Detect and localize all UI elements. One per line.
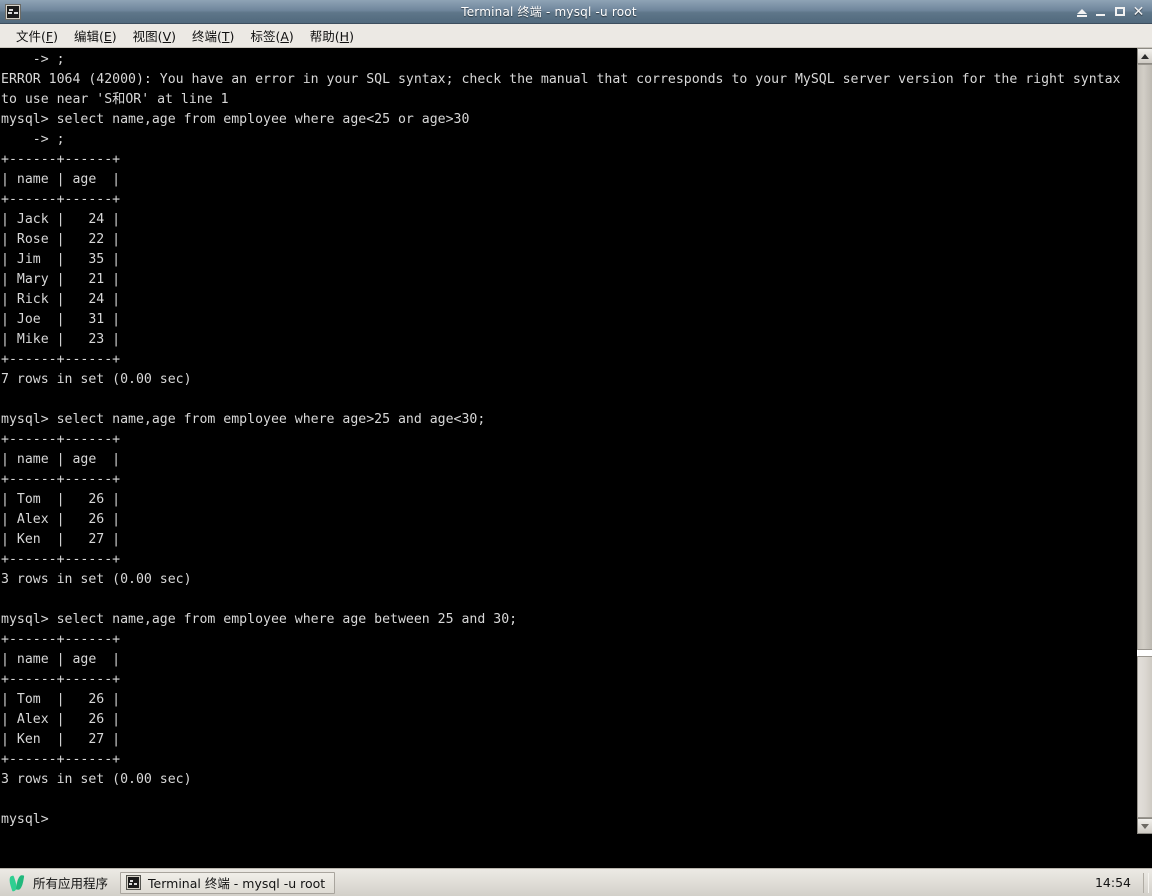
menubar: 文件(F) 编辑(E) 视图(V) 终端(T) 标签(A) 帮助(H) — [0, 24, 1152, 48]
taskbar-window-label: Terminal 终端 - mysql -u root — [148, 876, 326, 891]
terminal-scrollbar[interactable] — [1136, 48, 1152, 834]
scrollbar-up-button[interactable] — [1137, 48, 1152, 64]
minimize-icon — [1096, 14, 1105, 16]
shade-button[interactable] — [1074, 3, 1089, 21]
window-menu-button[interactable] — [2, 1, 24, 23]
menu-item-file[interactable]: 文件(F) — [8, 24, 66, 47]
menu-item-view[interactable]: 视图(V) — [125, 24, 184, 47]
leaf-icon — [7, 874, 26, 892]
menu-item-terminal-tail: ) — [229, 29, 235, 44]
menu-item-tabs-key: A — [280, 29, 289, 44]
desktop: Terminal 终端 - mysql -u root ✕ 文件(F) 编辑(E… — [0, 0, 1152, 896]
terminal-screen[interactable]: -> ; ERROR 1064 (42000): You have an err… — [0, 48, 1136, 834]
menu-item-edit-tail: ) — [111, 29, 117, 44]
menu-item-tabs-label: 标签( — [250, 29, 281, 44]
terminal-icon — [126, 875, 142, 890]
scrollbar-thumb[interactable] — [1137, 64, 1152, 650]
scroll-down-arrow-icon — [1141, 823, 1149, 829]
scroll-up-arrow-icon — [1141, 53, 1149, 59]
menu-item-tabs-tail: ) — [288, 29, 294, 44]
all-applications-label: 所有应用程序 — [33, 876, 109, 891]
menu-item-file-tail: ) — [53, 29, 58, 44]
menu-item-help-label: 帮助( — [309, 29, 340, 44]
window-controls: ✕ — [1074, 1, 1152, 23]
menu-item-help[interactable]: 帮助(H) — [302, 24, 362, 47]
menu-item-edit-label: 编辑( — [73, 29, 104, 44]
scrollbar-thumb-lower[interactable] — [1137, 656, 1152, 818]
menu-item-edit[interactable]: 编辑(E) — [66, 24, 125, 47]
scrollbar-down-button[interactable] — [1137, 818, 1152, 834]
menu-item-help-key: H — [339, 29, 350, 44]
menu-item-file-key: F — [45, 29, 54, 44]
menu-item-file-label: 文件( — [16, 29, 46, 44]
maximize-icon — [1114, 7, 1125, 16]
menu-item-view-key: V — [162, 29, 172, 44]
minimize-button[interactable] — [1093, 3, 1108, 21]
taskbar-grip[interactable] — [1143, 872, 1149, 893]
menu-item-tabs[interactable]: 标签(A) — [242, 24, 301, 47]
maximize-button[interactable] — [1112, 3, 1127, 21]
menu-item-edit-key: E — [103, 29, 112, 44]
all-applications-button[interactable]: 所有应用程序 — [0, 870, 118, 896]
menu-item-terminal-key: T — [221, 29, 230, 44]
window-titlebar[interactable]: Terminal 终端 - mysql -u root ✕ — [0, 0, 1152, 24]
menu-item-help-tail: ) — [349, 29, 354, 44]
menu-item-view-label: 视图( — [132, 29, 163, 44]
menu-item-terminal-label: 终端( — [192, 29, 222, 44]
taskbar-window-button[interactable]: Terminal 终端 - mysql -u root — [120, 871, 336, 894]
terminal-icon — [5, 3, 21, 20]
clock: 14:54 — [1094, 875, 1131, 890]
window-title: Terminal 终端 - mysql -u root — [461, 5, 637, 19]
menu-item-terminal[interactable]: 终端(T) — [184, 24, 242, 47]
taskbar: 所有应用程序 Terminal 终端 - mysql -u root 14:54 — [0, 868, 1152, 896]
close-icon: ✕ — [1132, 3, 1145, 20]
close-button[interactable]: ✕ — [1131, 3, 1146, 21]
terminal-output: -> ; ERROR 1064 (42000): You have an err… — [1, 52, 1121, 827]
shade-icon — [1076, 9, 1087, 17]
menu-item-view-tail: ) — [171, 29, 177, 44]
scrollbar-track[interactable] — [1137, 64, 1152, 818]
